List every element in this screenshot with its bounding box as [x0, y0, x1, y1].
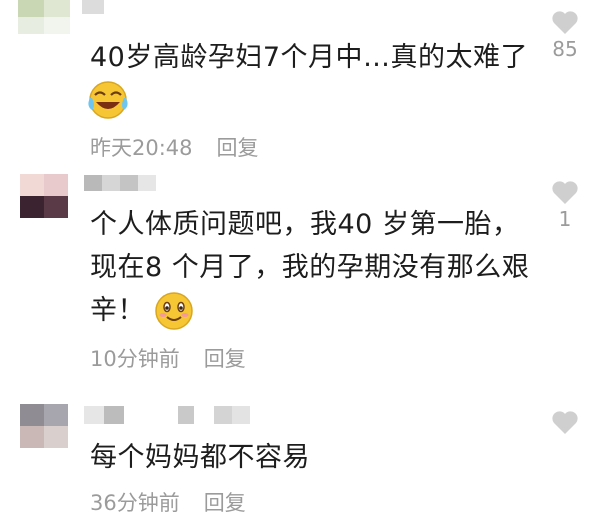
- username[interactable]: [82, 0, 104, 14]
- comment-text: 个人体质问题吧，我40 岁第一胎， 现在8 个月了，我的孕期没有那么艰 辛！: [90, 203, 529, 332]
- smiling-emoji: [155, 291, 193, 330]
- comment-meta: 10分钟前 回复: [90, 343, 246, 373]
- like-button[interactable]: 85: [548, 10, 582, 61]
- avatar[interactable]: [20, 404, 68, 448]
- username[interactable]: [84, 406, 264, 424]
- comment-text: 每个妈妈都不容易: [90, 442, 310, 473]
- like-button[interactable]: [548, 410, 582, 435]
- reply-button[interactable]: 回复: [204, 347, 246, 371]
- heart-icon: [552, 11, 578, 34]
- timestamp: 10分钟前: [90, 347, 180, 371]
- heart-icon: [552, 181, 578, 204]
- timestamp: 昨天20:48: [90, 136, 193, 160]
- like-count: 85: [552, 37, 578, 61]
- heart-icon: [552, 411, 578, 434]
- like-button[interactable]: 1: [548, 180, 582, 231]
- reply-button[interactable]: 回复: [217, 136, 259, 160]
- comment-meta: 36分钟前 回复: [90, 487, 246, 517]
- like-count: 1: [558, 207, 572, 231]
- comment-text: 40岁高龄孕妇7个月中…真的太难了: [90, 42, 529, 73]
- reply-button[interactable]: 回复: [204, 491, 246, 515]
- username[interactable]: [84, 175, 156, 191]
- timestamp: 36分钟前: [90, 491, 180, 515]
- avatar[interactable]: [20, 174, 68, 218]
- laughing-crying-emoji: [88, 81, 128, 119]
- avatar[interactable]: [18, 0, 70, 34]
- comment-meta: 昨天20:48 回复: [90, 132, 259, 162]
